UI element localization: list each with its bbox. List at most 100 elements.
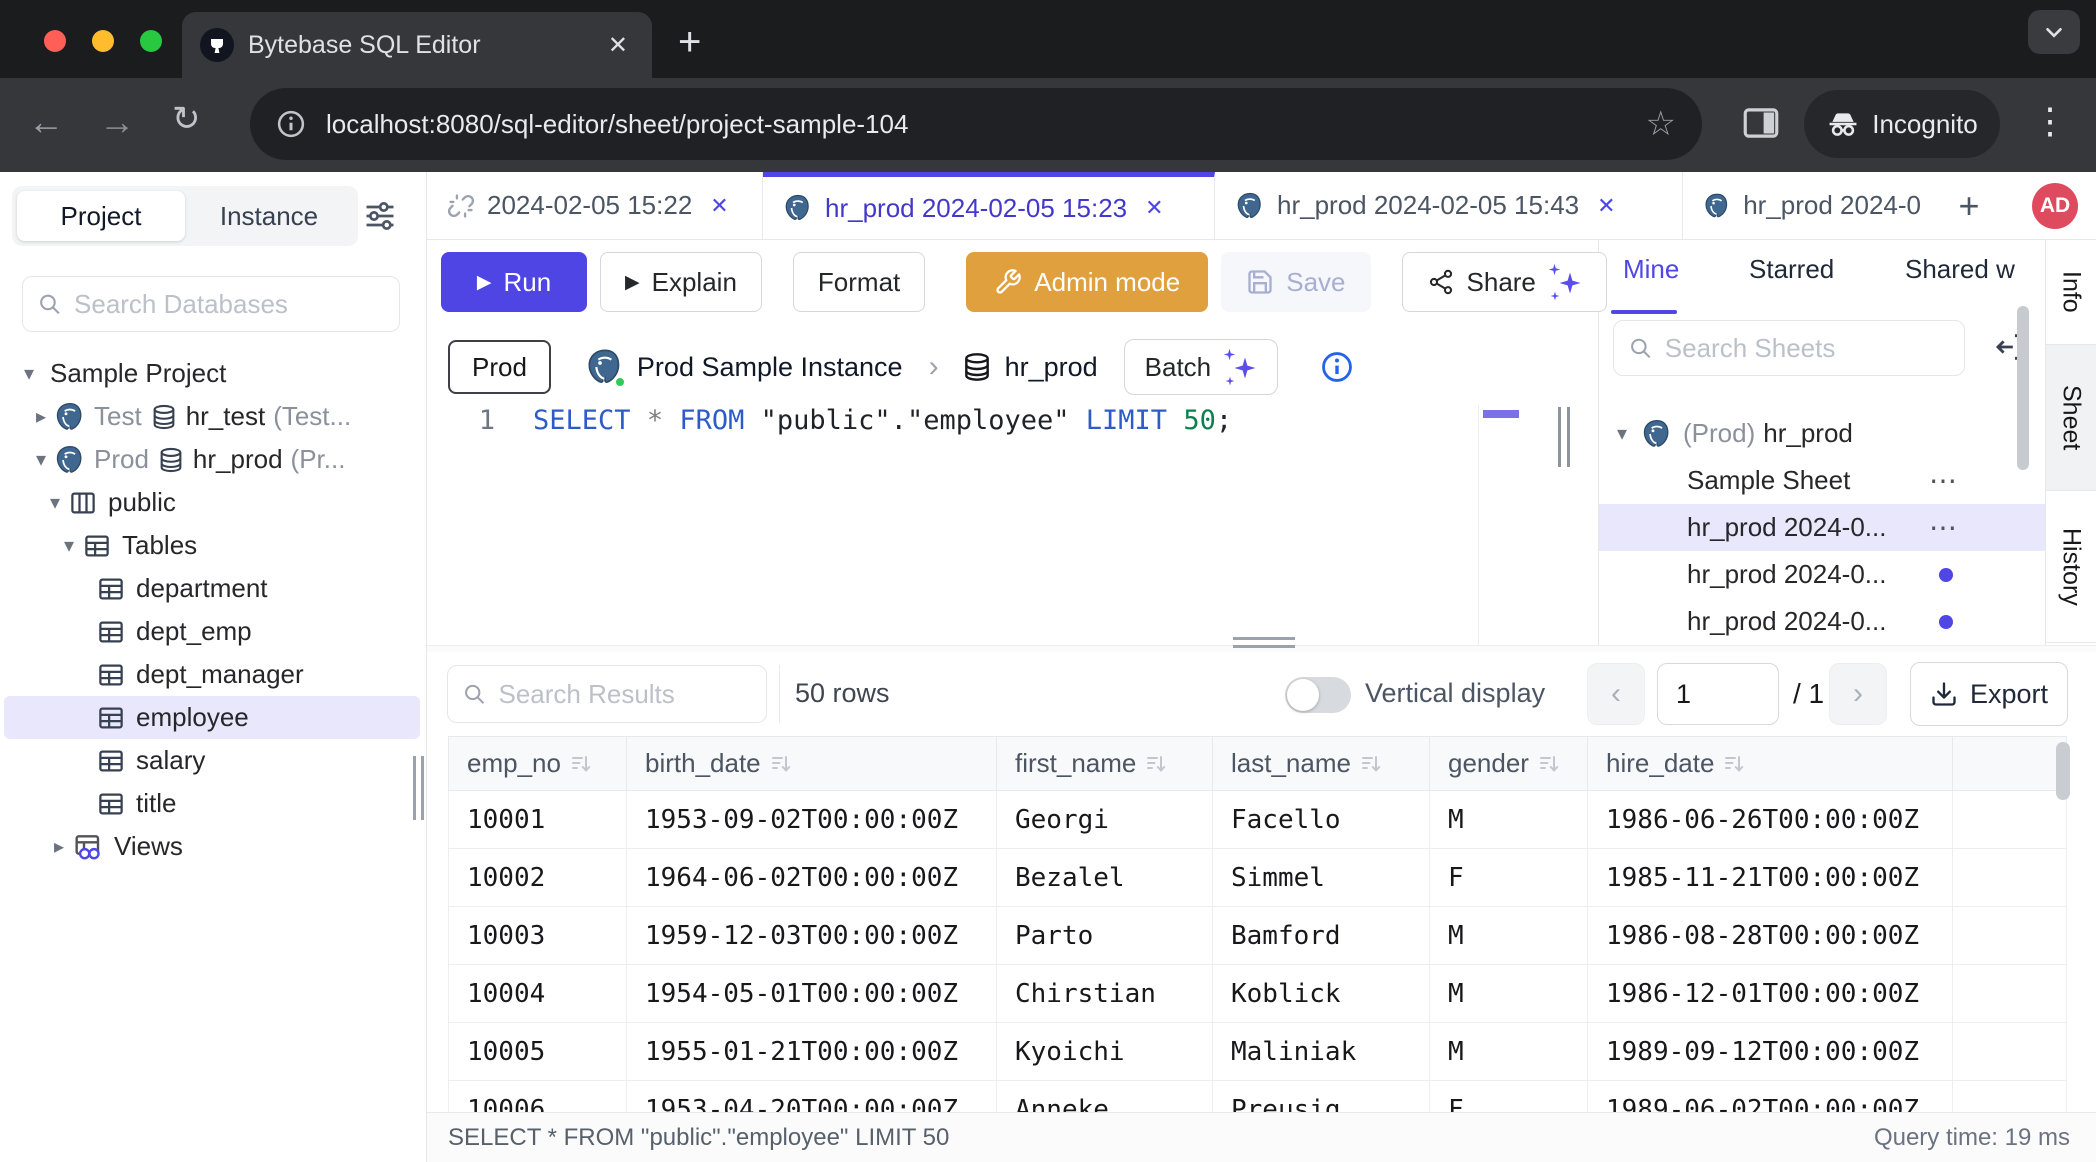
reload-button[interactable]: ↻ — [172, 102, 201, 136]
cell[interactable]: 1953-04-20T00:00:00Z — [627, 1081, 997, 1113]
explain-button[interactable]: ▶ Explain — [600, 252, 762, 312]
prev-page-button[interactable]: ‹ — [1587, 663, 1645, 725]
table-row[interactable]: 100051955-01-21T00:00:00ZKyoichiMaliniak… — [449, 1023, 2067, 1081]
vertical-display-toggle[interactable] — [1285, 677, 1351, 713]
cell[interactable]: Maliniak — [1213, 1023, 1430, 1081]
tree-item-table-employee[interactable]: employee — [4, 696, 420, 739]
format-button[interactable]: Format — [793, 252, 925, 312]
cell[interactable]: 1986-08-28T00:00:00Z — [1588, 907, 1953, 965]
cell[interactable]: Preusig — [1213, 1081, 1430, 1113]
cell[interactable]: Koblick — [1213, 965, 1430, 1023]
tree-item-db-hr-test[interactable]: ▸ Test hr_test (Test... — [0, 395, 424, 438]
export-button[interactable]: Export — [1910, 662, 2068, 726]
editor-minimap[interactable] — [1478, 405, 1528, 647]
tree-item-table-department[interactable]: department — [0, 567, 424, 610]
cell[interactable]: 1989-06-02T00:00:00Z — [1588, 1081, 1953, 1113]
more-actions-icon[interactable]: ⋯ — [1929, 511, 1959, 544]
database-name[interactable]: hr_prod — [1005, 352, 1098, 383]
column-header-hire-date[interactable]: hire_date — [1588, 737, 1953, 791]
tab-shared-with-me[interactable]: Shared w — [1905, 254, 2015, 285]
forward-button[interactable]: → — [99, 104, 135, 140]
column-header-first-name[interactable]: first_name — [997, 737, 1213, 791]
cell[interactable]: 1964-06-02T00:00:00Z — [627, 849, 997, 907]
minimize-window-button[interactable] — [92, 30, 114, 52]
code-editor[interactable]: 1 SELECT * FROM "public"."employee" LIMI… — [427, 405, 1598, 645]
caret-down-icon[interactable]: ▾ — [42, 490, 68, 515]
editor-tab-2-active[interactable]: hr_prod 2024-02-05 15:23 ✕ — [763, 172, 1215, 239]
editor-tab-1[interactable]: 2024-02-05 15:22 ✕ — [427, 172, 763, 239]
sidebar-resize-handle[interactable] — [413, 756, 424, 820]
panel-resize-handle[interactable] — [1558, 407, 1570, 467]
caret-right-icon[interactable]: ▸ — [46, 834, 72, 859]
search-results-input[interactable] — [498, 679, 752, 710]
tree-item-schema-public[interactable]: ▾ public — [0, 481, 424, 524]
cell[interactable]: 1955-01-21T00:00:00Z — [627, 1023, 997, 1081]
cell[interactable]: Bamford — [1213, 907, 1430, 965]
sidebar-filter-icon[interactable] — [362, 198, 398, 234]
site-info-icon[interactable] — [276, 109, 306, 139]
next-page-button[interactable]: › — [1829, 663, 1887, 725]
cell[interactable]: 10001 — [449, 791, 627, 849]
browser-menu-button[interactable]: ⋮ — [2032, 100, 2070, 142]
table-row[interactable]: 100041954-05-01T00:00:00ZChirstianKoblic… — [449, 965, 2067, 1023]
add-sheet-tab-button[interactable]: + — [1941, 172, 1997, 239]
cell[interactable]: 1985-11-21T00:00:00Z — [1588, 849, 1953, 907]
column-header-gender[interactable]: gender — [1430, 737, 1588, 791]
cell[interactable]: M — [1430, 791, 1588, 849]
run-button[interactable]: ▶ Run — [441, 252, 587, 312]
tree-item-project[interactable]: ▾ Sample Project — [0, 352, 424, 395]
tab-instance[interactable]: Instance — [185, 191, 353, 241]
tree-item-table-title[interactable]: title — [0, 782, 424, 825]
cell[interactable]: 1986-12-01T00:00:00Z — [1588, 965, 1953, 1023]
back-button[interactable]: ← — [28, 104, 64, 140]
tab-search-chevron-button[interactable] — [2028, 10, 2080, 54]
cell[interactable]: 1986-06-26T00:00:00Z — [1588, 791, 1953, 849]
sheet-item-selected[interactable]: hr_prod 2024-0... ⋯ — [1599, 504, 2045, 551]
tab-history[interactable]: History — [2046, 491, 2096, 643]
cell[interactable]: 10004 — [449, 965, 627, 1023]
results-resize-handle[interactable] — [1233, 637, 1295, 648]
browser-tab[interactable]: Bytebase SQL Editor ✕ — [182, 12, 652, 78]
search-databases-input[interactable] — [74, 289, 385, 320]
table-row[interactable]: 100011953-09-02T00:00:00ZGeorgiFacelloM1… — [449, 791, 2067, 849]
cell[interactable]: 1989-09-12T00:00:00Z — [1588, 1023, 1953, 1081]
sort-icon[interactable] — [1359, 752, 1383, 776]
column-header-emp-no[interactable]: emp_no — [449, 737, 627, 791]
sort-icon[interactable] — [1722, 752, 1746, 776]
table-scrollbar[interactable] — [2056, 742, 2070, 800]
cell[interactable]: M — [1430, 907, 1588, 965]
editor-tab-3[interactable]: hr_prod 2024-02-05 15:43 ✕ — [1215, 172, 1683, 239]
tree-item-tables-group[interactable]: ▾ Tables — [0, 524, 424, 567]
sort-icon[interactable] — [1537, 752, 1561, 776]
cell[interactable]: Simmel — [1213, 849, 1430, 907]
connection-info-icon[interactable] — [1320, 350, 1354, 384]
ai-sparkle-icon[interactable] — [1548, 265, 1582, 299]
tab-sheet[interactable]: Sheet — [2046, 345, 2096, 491]
sort-icon[interactable] — [1144, 752, 1168, 776]
tree-item-table-salary[interactable]: salary — [0, 739, 424, 782]
cell[interactable]: 10002 — [449, 849, 627, 907]
sheet-group-hr-prod[interactable]: ▾ (Prod) hr_prod — [1599, 410, 2045, 457]
tree-item-table-dept-manager[interactable]: dept_manager — [0, 653, 424, 696]
table-row[interactable]: 100021964-06-02T00:00:00ZBezalelSimmelF1… — [449, 849, 2067, 907]
share-button[interactable]: Share — [1402, 252, 1607, 312]
table-row[interactable]: 100031959-12-03T00:00:00ZPartoBamfordM19… — [449, 907, 2067, 965]
user-avatar[interactable]: AD — [2032, 183, 2078, 229]
tab-info[interactable]: Info — [2046, 240, 2096, 345]
tree-item-table-dept-emp[interactable]: dept_emp — [0, 610, 424, 653]
sheet-list-scrollbar[interactable] — [2017, 306, 2029, 470]
close-window-button[interactable] — [44, 30, 66, 52]
side-panel-icon[interactable] — [1740, 102, 1782, 144]
sort-icon[interactable] — [569, 752, 593, 776]
close-tab-icon[interactable]: ✕ — [710, 193, 728, 219]
caret-down-icon[interactable]: ▾ — [1617, 421, 1641, 446]
sheet-item-unsaved-2[interactable]: hr_prod 2024-0... — [1599, 598, 2045, 645]
cell[interactable]: Parto — [997, 907, 1213, 965]
column-header-last-name[interactable]: last_name — [1213, 737, 1430, 791]
cell[interactable]: Facello — [1213, 791, 1430, 849]
table-row[interactable]: 100061953-04-20T00:00:00ZAnnekePreusigF1… — [449, 1081, 2067, 1113]
cell[interactable]: Chirstian — [997, 965, 1213, 1023]
new-tab-button[interactable]: + — [678, 22, 701, 62]
cell[interactable]: M — [1430, 965, 1588, 1023]
cell[interactable]: Bezalel — [997, 849, 1213, 907]
